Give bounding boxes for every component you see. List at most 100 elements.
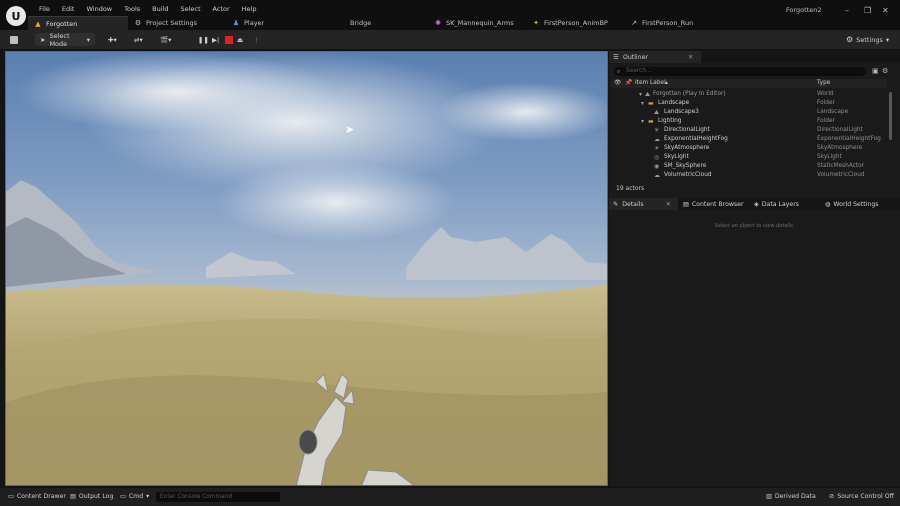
output-log-label: Output Log	[78, 493, 114, 500]
col-type[interactable]: Type	[817, 80, 830, 86]
frame-skip-icon[interactable]: ▶|	[212, 33, 219, 46]
folder-add-icon[interactable]: ▣	[872, 67, 879, 75]
output-log-button[interactable]: ▤ Output Log	[70, 493, 113, 500]
source-control-label: Source Control Off	[837, 493, 894, 500]
close-icon[interactable]: ✕	[688, 54, 693, 61]
tab-outliner[interactable]: ☰ Outliner ✕	[609, 51, 702, 63]
outliner-search-input[interactable]: ⌕ Search...	[614, 67, 866, 76]
eye-icon[interactable]: 👁	[614, 80, 621, 86]
menu-edit[interactable]: Edit	[56, 4, 81, 14]
cmd-dropdown[interactable]: ▭ Cmd ▾	[120, 493, 149, 500]
outliner-row[interactable]: ▾ ⛰ Forgotten (Play In Editor) World	[611, 90, 887, 99]
tab-label: SK_Mannequin_Arms	[446, 19, 514, 27]
minimize-icon[interactable]: –	[845, 6, 849, 15]
save-icon[interactable]	[10, 33, 18, 46]
eject-icon[interactable]: ⏏	[237, 33, 243, 46]
tab-content-browser[interactable]: ▤ Content Browser	[683, 198, 744, 210]
blueprint-icon[interactable]: ⇄▾	[134, 33, 143, 46]
outliner-row[interactable]: ⛰ Landscape3 Landscape	[611, 108, 887, 117]
drawer-icon: ▭	[8, 493, 14, 500]
mountain-range	[406, 227, 607, 280]
settings-icon: ⚙	[134, 19, 142, 27]
outliner-scrollbar[interactable]	[889, 92, 892, 140]
content-drawer-button[interactable]: ▭ Content Drawer	[8, 493, 66, 500]
outliner-row[interactable]: ▾ ▬ Landscape Folder	[611, 99, 887, 108]
tab-label: Project Settings	[146, 19, 197, 27]
tab-label: Content Browser	[691, 200, 744, 208]
derived-data-button[interactable]: ▥ Derived Data	[766, 493, 816, 500]
tab-player[interactable]: ♟ Player	[226, 16, 332, 30]
col-item-label[interactable]: Item Label	[635, 80, 666, 86]
tab-project-settings[interactable]: ⚙ Project Settings	[128, 16, 226, 30]
outliner-column-header: 👁 📌 Item Label ▴ Type	[611, 79, 887, 88]
cinematics-icon[interactable]: 🎬▾	[160, 33, 171, 46]
window-title: Forgotten2	[786, 6, 822, 14]
pause-icon[interactable]: ❚❚	[198, 33, 209, 46]
maximize-icon[interactable]: ❐	[864, 6, 871, 15]
row-name: Landscape	[658, 100, 690, 106]
expand-arrow-icon[interactable]: ▾	[641, 117, 644, 126]
gear-icon: ⚙	[846, 35, 854, 44]
mountain	[206, 252, 296, 278]
tab-data-layers[interactable]: ◈ Data Layers	[754, 198, 799, 210]
gear-icon[interactable]: ⚙	[882, 67, 888, 75]
menu-build[interactable]: Build	[146, 4, 174, 14]
close-icon[interactable]: ✕	[882, 6, 889, 15]
settings-button[interactable]: ⚙ Settings ▾	[846, 33, 889, 46]
outliner-row[interactable]: ▾ ▬ Lighting Folder	[611, 117, 887, 126]
world-icon: ⛰	[645, 91, 651, 98]
row-type: Folder	[817, 118, 835, 124]
tab-forgotten[interactable]: ▲ Forgotten	[28, 16, 128, 30]
source-control-button[interactable]: ⊘ Source Control Off	[829, 493, 894, 500]
tab-label: World Settings	[833, 200, 879, 208]
tab-world-settings[interactable]: ◍ World Settings	[825, 198, 878, 210]
chevron-down-icon: ▾	[885, 35, 890, 44]
cmd-label: Cmd	[128, 493, 144, 500]
row-type: SkyLight	[817, 154, 842, 160]
mouse-cursor-icon: ➤	[345, 123, 355, 136]
tab-label: FirstPerson_Run	[642, 19, 694, 27]
menu-window[interactable]: Window	[80, 4, 118, 14]
outliner-row[interactable]: ☁ VolumetricCloud VolumetricCloud	[611, 171, 887, 180]
menu-select[interactable]: Select	[174, 4, 206, 14]
tab-label: Data Layers	[761, 200, 799, 208]
log-icon: ▤	[70, 493, 76, 500]
atmosphere-icon: ☀	[654, 145, 660, 152]
tab-firstperson-animbp[interactable]: ✦ FirstPerson_AnimBP	[526, 16, 624, 30]
row-type: SkyAtmosphere	[817, 145, 863, 151]
select-mode-dropdown[interactable]: ➤ Select Mode ▾	[35, 32, 95, 48]
close-icon[interactable]: ✕	[666, 201, 671, 208]
stop-icon[interactable]	[225, 33, 233, 46]
details-empty-message: Select an object to view details.	[714, 223, 795, 229]
outliner-row[interactable]: ✳ DirectionalLight DirectionalLight	[611, 126, 887, 135]
more-options-icon[interactable]: ⋮	[253, 33, 260, 46]
menu-actor[interactable]: Actor	[207, 4, 236, 14]
tab-label: Forgotten	[46, 19, 78, 28]
outliner-row[interactable]: ☀ SkyAtmosphere SkyAtmosphere	[611, 144, 887, 153]
tab-firstperson-run[interactable]: ↗ FirstPerson_Run	[624, 16, 724, 30]
anim-sequence-icon: ↗	[631, 19, 637, 27]
title-bar: U File Edit Window Tools Build Select Ac…	[0, 0, 900, 30]
tab-sk-mannequin-arms[interactable]: ✺ SK_Mannequin_Arms	[428, 16, 526, 30]
tab-bridge[interactable]: Bridge	[332, 16, 428, 30]
outliner-row[interactable]: ☁ ExponentialHeightFog ExponentialHeight…	[611, 135, 887, 144]
console-command-input[interactable]: Enter Console Command	[156, 492, 280, 502]
row-type: Landscape	[817, 109, 849, 115]
tab-details[interactable]: ✎ Details ✕	[609, 198, 678, 210]
skeleton-icon: ✺	[435, 19, 441, 27]
tab-label: Details	[622, 200, 644, 208]
expand-arrow-icon[interactable]: ▾	[639, 90, 642, 99]
add-content-icon[interactable]: ✚▾	[108, 33, 117, 46]
row-name: SM_SkySphere	[664, 163, 707, 169]
unreal-logo-icon[interactable]: U	[6, 6, 26, 26]
outliner-row[interactable]: ◉ SM_SkySphere StaticMeshActor	[611, 162, 887, 171]
row-type: DirectionalLight	[817, 127, 863, 133]
menu-help[interactable]: Help	[236, 4, 263, 14]
row-type: Folder	[817, 100, 835, 106]
menu-tools[interactable]: Tools	[118, 4, 146, 14]
level-viewport[interactable]: ➤	[5, 51, 608, 486]
outliner-row[interactable]: ◎ SkyLight SkyLight	[611, 153, 887, 162]
pin-icon[interactable]: 📌	[625, 80, 632, 86]
menu-file[interactable]: File	[33, 4, 56, 14]
expand-arrow-icon[interactable]: ▾	[641, 99, 644, 108]
